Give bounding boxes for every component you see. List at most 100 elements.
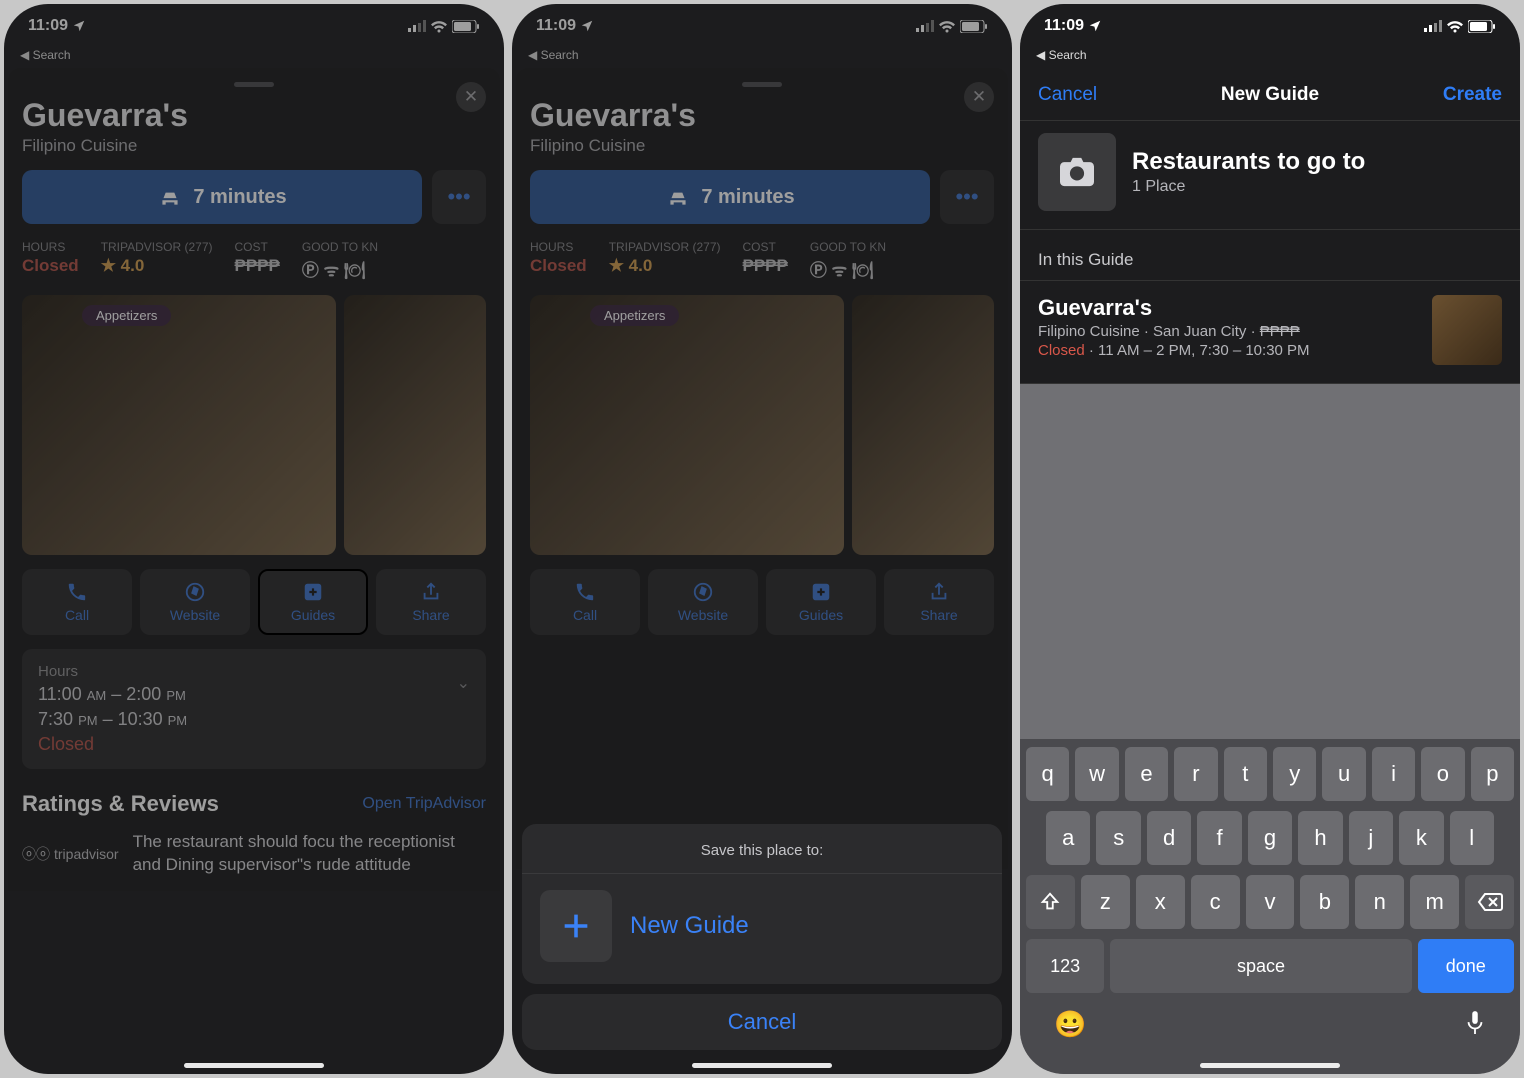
done-key[interactable]: done (1418, 939, 1514, 993)
more-button[interactable]: ••• (940, 170, 994, 224)
key-d[interactable]: d (1147, 811, 1191, 865)
key-w[interactable]: w (1075, 747, 1118, 801)
car-icon (665, 186, 691, 208)
save-sheet: Save this place to: New Guide (522, 824, 1002, 984)
sheet-grabber[interactable] (234, 82, 274, 87)
cost-value: ₱₱₱₱ (235, 256, 280, 276)
place-subtitle: Filipino Cuisine (530, 136, 994, 156)
hours-value: Closed (22, 256, 79, 276)
call-button[interactable]: Call (530, 569, 640, 635)
dictation-key[interactable] (1464, 1009, 1486, 1044)
key-l[interactable]: l (1450, 811, 1494, 865)
key-i[interactable]: i (1372, 747, 1415, 801)
cancel-button[interactable]: Cancel (1038, 84, 1097, 106)
good-to-know-label: GOOD TO KN (302, 240, 378, 254)
phone-icon (574, 581, 596, 603)
key-g[interactable]: g (1248, 811, 1292, 865)
new-guide-row[interactable]: New Guide (522, 873, 1002, 978)
good-to-know-icons: Ⓟ ᯤ 🍽 (302, 256, 378, 281)
key-h[interactable]: h (1298, 811, 1342, 865)
back-to-search[interactable]: ◀ Search (4, 48, 504, 68)
back-to-search[interactable]: ◀ Search (1020, 48, 1520, 68)
location-arrow-icon (72, 19, 86, 33)
cell-signal-icon (916, 20, 934, 32)
photo-secondary[interactable] (344, 295, 487, 555)
close-icon[interactable]: ✕ (964, 82, 994, 112)
key-z[interactable]: z (1081, 875, 1130, 929)
more-button[interactable]: ••• (432, 170, 486, 224)
guide-item-name: Guevarra's (1038, 295, 1310, 321)
status-bar: 11:09 (512, 4, 1012, 48)
battery-icon (960, 20, 988, 33)
directions-button[interactable]: 7 minutes (530, 170, 930, 224)
place-title: Guevarra's (22, 97, 486, 134)
key-f[interactable]: f (1197, 811, 1241, 865)
share-icon (928, 581, 950, 603)
back-to-search[interactable]: ◀ Search (512, 48, 1012, 68)
guide-thumbnail[interactable] (1038, 133, 1116, 211)
photo-main[interactable]: Appetizers (22, 295, 336, 555)
hours-closed: Closed (38, 734, 470, 755)
guides-button[interactable]: Guides (258, 569, 368, 635)
numbers-key[interactable]: 123 (1026, 939, 1104, 993)
key-y[interactable]: y (1273, 747, 1316, 801)
key-s[interactable]: s (1096, 811, 1140, 865)
key-r[interactable]: r (1174, 747, 1217, 801)
home-indicator[interactable] (1200, 1063, 1340, 1068)
backspace-icon (1477, 892, 1503, 912)
key-q[interactable]: q (1026, 747, 1069, 801)
cost-label: COST (235, 240, 280, 254)
location-arrow-icon (1088, 19, 1102, 33)
key-o[interactable]: o (1421, 747, 1464, 801)
directions-button[interactable]: 7 minutes (22, 170, 422, 224)
open-tripadvisor-link[interactable]: Open TripAdvisor (362, 795, 486, 813)
create-button[interactable]: Create (1443, 84, 1502, 106)
key-t[interactable]: t (1224, 747, 1267, 801)
share-button[interactable]: Share (884, 569, 994, 635)
sheet-grabber[interactable] (742, 82, 782, 87)
close-icon[interactable]: ✕ (456, 82, 486, 112)
key-v[interactable]: v (1246, 875, 1295, 929)
backspace-key[interactable] (1465, 875, 1514, 929)
guide-name-input[interactable]: Restaurants to go to (1132, 148, 1365, 176)
hours-card[interactable]: Hours 11:00 AM – 2:00 PM 7:30 PM – 10:30… (22, 649, 486, 769)
guides-button[interactable]: Guides (766, 569, 876, 635)
key-u[interactable]: u (1322, 747, 1365, 801)
phone-1: 11:09 ◀ Search ✕ Guevarra's Filipino Cui… (4, 4, 504, 1074)
shift-key[interactable] (1026, 875, 1075, 929)
cell-signal-icon (1424, 20, 1442, 32)
place-title: Guevarra's (530, 97, 994, 134)
key-p[interactable]: p (1471, 747, 1514, 801)
key-x[interactable]: x (1136, 875, 1185, 929)
key-a[interactable]: a (1046, 811, 1090, 865)
key-n[interactable]: n (1355, 875, 1404, 929)
emoji-key[interactable]: 😀 (1054, 1009, 1086, 1044)
space-key[interactable]: space (1110, 939, 1411, 993)
phone-icon (66, 581, 88, 603)
key-j[interactable]: j (1349, 811, 1393, 865)
hours-label: HOURS (22, 240, 79, 254)
tripadvisor-label: TRIPADVISOR (277) (101, 240, 213, 254)
keyboard: qwertyuiop asdfghjkl zxcvbnm 123 space d… (1020, 739, 1520, 1074)
save-sheet-title: Save this place to: (522, 842, 1002, 873)
tripadvisor-badge: ⓞⓞ tripadvisor (22, 831, 119, 877)
home-indicator[interactable] (692, 1063, 832, 1068)
call-button[interactable]: Call (22, 569, 132, 635)
share-button[interactable]: Share (376, 569, 486, 635)
share-icon (420, 581, 442, 603)
home-indicator[interactable] (184, 1063, 324, 1068)
key-b[interactable]: b (1300, 875, 1349, 929)
photo-row[interactable]: Appetizers (22, 295, 486, 555)
guide-item[interactable]: Guevarra's Filipino Cuisine · San Juan C… (1020, 280, 1520, 384)
website-button[interactable]: Website (648, 569, 758, 635)
website-button[interactable]: Website (140, 569, 250, 635)
guide-item-subtitle: Filipino Cuisine · San Juan City · ₱₱₱₱ (1038, 323, 1310, 340)
key-c[interactable]: c (1191, 875, 1240, 929)
compass-icon (184, 581, 206, 603)
camera-icon (1060, 157, 1094, 187)
key-m[interactable]: m (1410, 875, 1459, 929)
key-e[interactable]: e (1125, 747, 1168, 801)
cancel-button[interactable]: Cancel (522, 994, 1002, 1050)
action-row: Call Website Guides Share (22, 569, 486, 635)
key-k[interactable]: k (1399, 811, 1443, 865)
